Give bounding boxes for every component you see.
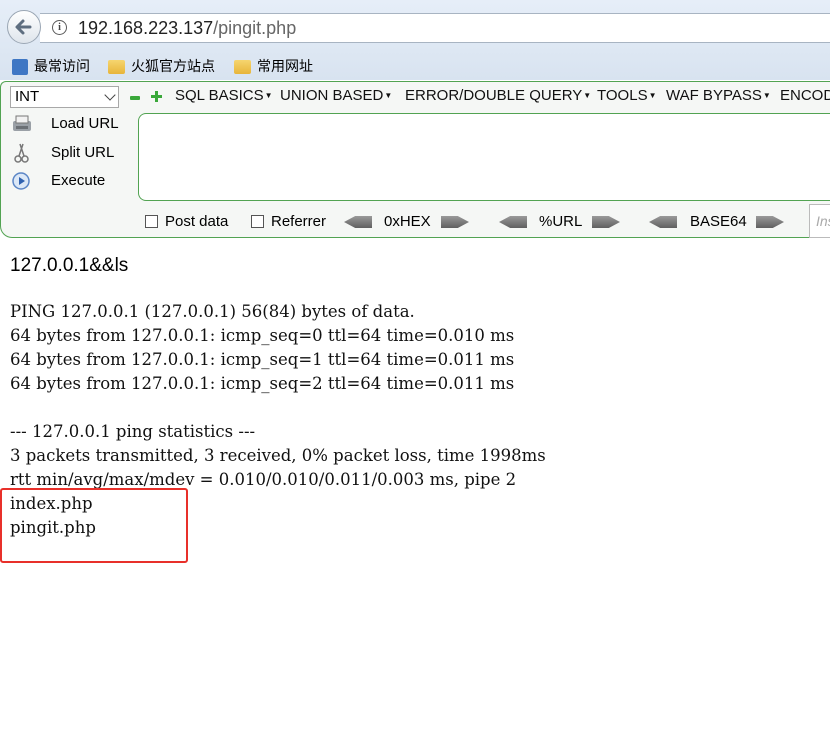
highlight-annotation-box	[0, 488, 188, 563]
output-line: 3 packets transmitted, 3 received, 0% pa…	[10, 446, 546, 465]
menu-label: ERROR/DOUBLE QUERY	[405, 87, 583, 104]
address-bar[interactable]: i 192.168.223.137/pingit.php	[40, 13, 830, 43]
referrer-checkbox[interactable]: Referrer	[251, 213, 326, 231]
dropdown-arrow-icon: ▼	[384, 91, 393, 100]
injection-type-select[interactable]: INT	[10, 86, 119, 108]
plus-icon[interactable]	[151, 91, 162, 102]
base64-label: BASE64	[690, 213, 747, 230]
site-info-icon[interactable]: i	[52, 20, 67, 35]
menu-sql-basics[interactable]: SQL BASICS▼	[175, 87, 273, 105]
dropdown-arrow-icon: ▼	[583, 91, 592, 100]
decode-arrow-icon[interactable]	[344, 216, 372, 228]
url-encode-label: %URL	[539, 213, 583, 230]
bookmark-label: 火狐官方站点	[131, 58, 215, 74]
bookmark-page-icon	[12, 59, 28, 76]
menu-waf-bypass[interactable]: WAF BYPASS▼	[666, 87, 771, 105]
bookmark-most-visited[interactable]: 最常访问	[12, 56, 90, 76]
page-heading: 127.0.0.1&&ls	[10, 255, 129, 276]
dropdown-arrow-icon: ▼	[762, 91, 771, 100]
output-line: 64 bytes from 127.0.0.1: icmp_seq=0 ttl=…	[10, 326, 515, 345]
menu-label: WAF BYPASS	[666, 87, 762, 104]
menu-label: SQL BASICS	[175, 87, 264, 104]
bookmark-label: 最常访问	[34, 58, 90, 74]
folder-icon	[234, 60, 251, 75]
menu-error-double-query[interactable]: ERROR/DOUBLE QUERY▼	[405, 87, 591, 105]
output-line: PING 127.0.0.1 (127.0.0.1) 56(84) bytes …	[10, 302, 415, 321]
address-text[interactable]: 192.168.223.137/pingit.php	[78, 18, 296, 39]
chevron-down-icon	[104, 89, 116, 101]
folder-icon	[108, 60, 125, 75]
encode-arrow-icon[interactable]	[441, 216, 469, 228]
menu-tools[interactable]: TOOLS▼	[597, 87, 657, 105]
menu-label: TOOLS	[597, 87, 648, 104]
hex-label: 0xHEX	[384, 213, 431, 230]
checkbox-box[interactable]	[145, 215, 158, 228]
scissors-icon	[14, 143, 29, 163]
dropdown-arrow-icon: ▼	[264, 91, 273, 100]
execute-label: Execute	[51, 172, 106, 189]
url-host: 192.168.223.137	[78, 18, 214, 38]
referrer-label: Referrer	[271, 213, 327, 230]
post-data-label: Post data	[165, 213, 229, 230]
dropdown-arrow-icon: ▼	[648, 91, 657, 100]
decode-arrow-icon[interactable]	[499, 216, 527, 228]
post-data-checkbox[interactable]: Post data	[145, 213, 228, 231]
extra-input[interactable]: Ins	[809, 204, 830, 238]
extra-input-placeholder: Ins	[816, 213, 830, 229]
menu-encoding[interactable]: ENCODING	[780, 87, 830, 105]
hackbar-panel: INT SQL BASICS▼ UNION BASED▼ ERROR/DOUBL…	[0, 81, 830, 238]
play-icon	[12, 172, 30, 190]
back-arrow-icon	[15, 19, 32, 35]
load-url-icon	[13, 115, 31, 131]
minus-icon[interactable]	[130, 96, 140, 100]
url-path: /pingit.php	[213, 18, 297, 38]
url-encoder: %URL	[499, 213, 621, 231]
bookmark-common-sites[interactable]: 常用网址	[234, 56, 313, 76]
split-url-label: Split URL	[51, 144, 115, 161]
bookmarks-toolbar: 最常访问 火狐官方站点 常用网址	[0, 53, 830, 79]
output-line: 64 bytes from 127.0.0.1: icmp_seq=1 ttl=…	[10, 350, 515, 369]
encode-arrow-icon[interactable]	[592, 216, 620, 228]
decode-arrow-icon[interactable]	[649, 216, 677, 228]
base64-encoder: BASE64	[649, 213, 785, 231]
url-textarea[interactable]	[138, 113, 830, 201]
menu-label: ENCODING	[780, 87, 830, 104]
back-button[interactable]	[7, 10, 41, 44]
bookmark-firefox-sites[interactable]: 火狐官方站点	[108, 56, 215, 76]
menu-union-based[interactable]: UNION BASED▼	[280, 87, 392, 105]
browser-toolbar: i 192.168.223.137/pingit.php 最常访问 火狐官方站点…	[0, 0, 830, 80]
load-url-label: Load URL	[51, 115, 119, 132]
output-line: 64 bytes from 127.0.0.1: icmp_seq=2 ttl=…	[10, 374, 515, 393]
encode-arrow-icon[interactable]	[756, 216, 784, 228]
select-value: INT	[15, 88, 40, 105]
hex-encoder: 0xHEX	[344, 213, 470, 231]
checkbox-box[interactable]	[251, 215, 264, 228]
bookmark-label: 常用网址	[257, 58, 313, 74]
output-line: --- 127.0.0.1 ping statistics ---	[10, 422, 256, 441]
menu-label: UNION BASED	[280, 87, 384, 104]
